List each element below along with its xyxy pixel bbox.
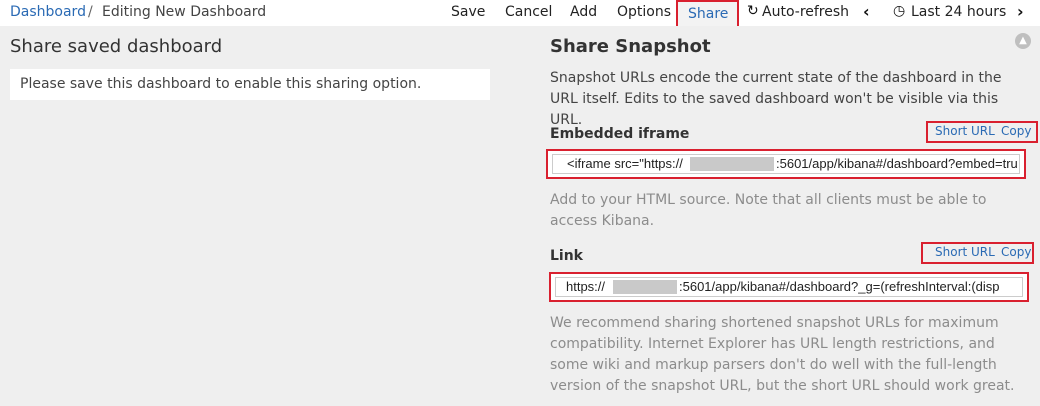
chevron-right-icon[interactable]: › xyxy=(1017,2,1024,21)
save-required-notice: Please save this dashboard to enable thi… xyxy=(10,69,490,100)
link-short-url-button[interactable]: Short URL xyxy=(935,245,995,259)
share-snapshot-title: Share Snapshot xyxy=(550,36,711,57)
chevron-left-icon[interactable]: ‹ xyxy=(863,2,870,21)
breadcrumb-separator: / xyxy=(88,4,93,20)
iframe-copy-button[interactable]: Copy xyxy=(1001,124,1031,138)
auto-refresh-button[interactable]: Auto-refresh xyxy=(762,4,849,20)
link-copy-button[interactable]: Copy xyxy=(1001,245,1031,259)
share-panel: Share saved dashboard Please save this d… xyxy=(0,26,1040,406)
link-url-suffix: :5601/app/kibana#/dashboard?_g=(refreshI… xyxy=(679,279,1000,294)
iframe-link-actions: Short URL Copy xyxy=(926,121,1038,143)
breadcrumb-dashboard-link[interactable]: Dashboard xyxy=(10,4,86,20)
redacted-host xyxy=(690,157,774,171)
embedded-iframe-label: Embedded iframe xyxy=(550,126,690,142)
time-range-picker[interactable]: Last 24 hours xyxy=(911,4,1006,20)
iframe-url-prefix: <iframe src="https:// xyxy=(567,156,683,171)
cancel-button[interactable]: Cancel xyxy=(505,4,552,20)
iframe-help-text: Add to your HTML source. Note that all c… xyxy=(550,192,987,229)
clock-icon: ◷ xyxy=(893,3,906,19)
redacted-host xyxy=(613,280,677,294)
link-label: Link xyxy=(550,248,583,264)
link-actions: Short URL Copy xyxy=(921,242,1034,264)
link-help-text: We recommend sharing shortened snapshot … xyxy=(550,315,1015,394)
link-url-prefix: https:// xyxy=(566,279,606,294)
share-button-label: Share xyxy=(688,6,729,22)
save-required-text: Please save this dashboard to enable thi… xyxy=(20,76,422,92)
iframe-url-highlight: <iframe src="https:// :5601/app/kibana#/… xyxy=(546,149,1026,179)
link-url-field[interactable]: https:// :5601/app/kibana#/dashboard?_g=… xyxy=(555,277,1023,297)
save-button[interactable]: Save xyxy=(451,4,485,20)
iframe-url-suffix: :5601/app/kibana#/dashboard?embed=tru xyxy=(776,156,1018,171)
refresh-icon[interactable]: ↻ xyxy=(747,3,759,19)
top-nav-bar: Dashboard / Editing New Dashboard Save C… xyxy=(0,0,1040,33)
iframe-short-url-button[interactable]: Short URL xyxy=(935,124,995,138)
add-button[interactable]: Add xyxy=(570,4,597,20)
link-url-highlight: https:// :5601/app/kibana#/dashboard?_g=… xyxy=(549,272,1029,302)
share-saved-dashboard-title: Share saved dashboard xyxy=(10,36,223,57)
iframe-url-field[interactable]: <iframe src="https:// :5601/app/kibana#/… xyxy=(552,154,1020,174)
breadcrumb-current: Editing New Dashboard xyxy=(102,4,267,20)
options-button[interactable]: Options xyxy=(617,4,671,20)
collapse-icon[interactable]: ▲ xyxy=(1015,33,1031,49)
